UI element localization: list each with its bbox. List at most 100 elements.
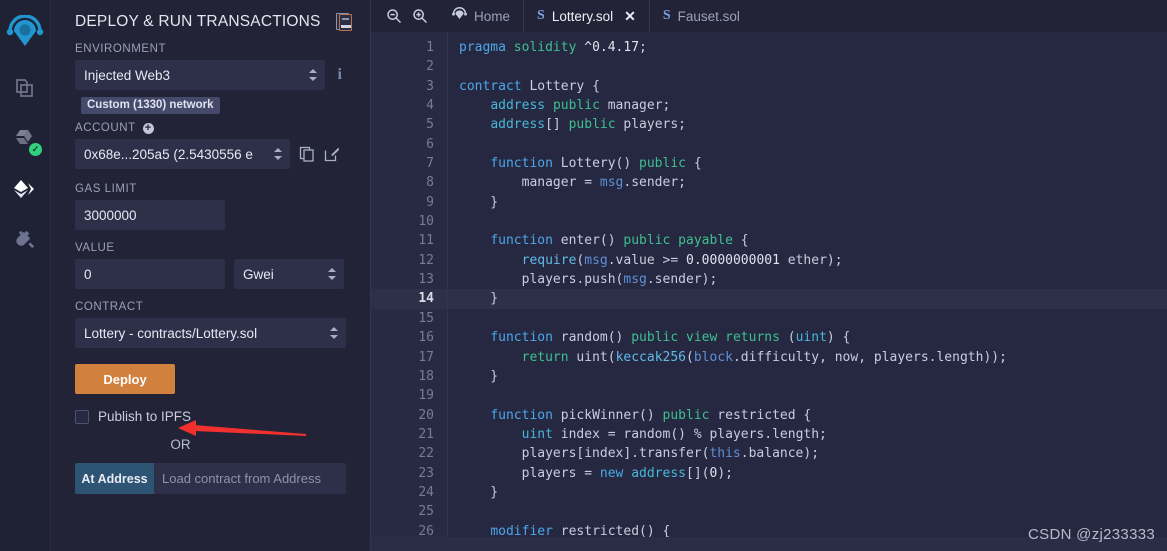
- code-line[interactable]: [448, 386, 1167, 405]
- deploy-run-transactions-icon[interactable]: [3, 164, 47, 214]
- remix-logo-icon[interactable]: [3, 6, 47, 64]
- tab-lottery-sol-label: Lottery.sol: [551, 8, 614, 24]
- account-row: 0x68e...205a5 (2.5430556 e: [75, 139, 346, 169]
- line-number: 16: [418, 330, 434, 346]
- value-unit-select[interactable]: Gwei: [234, 259, 344, 289]
- panel-header: DEPLOY & RUN TRANSACTIONS: [51, 0, 370, 43]
- tab-fauset-sol[interactable]: S Fauset.sol: [648, 0, 753, 32]
- code-line[interactable]: }: [448, 193, 1167, 212]
- code-line[interactable]: }: [448, 289, 1167, 309]
- remix-ide-window: ✓ DEPLOY & RUN TRANSACTIONS ENVIRONMENT …: [0, 0, 1167, 551]
- remix-logo-icon: [452, 7, 467, 25]
- code-line[interactable]: require(msg.value >= 0.0000000001 ether)…: [448, 251, 1167, 270]
- code-line[interactable]: }: [448, 367, 1167, 386]
- file-explorers-icon[interactable]: [3, 64, 47, 114]
- line-number: 15: [418, 310, 434, 326]
- environment-info-icon[interactable]: i: [334, 66, 346, 84]
- line-number-gutter: 1 2 3 4 5 6 7 8 9 10 11 12 13 14 15 16 17 18 19 20 21 22 23 24 2…: [371, 32, 447, 551]
- watermark: CSDN @zj233333: [1028, 526, 1155, 543]
- edit-icon[interactable]: [324, 146, 340, 162]
- contract-label: CONTRACT: [75, 301, 144, 313]
- code-line[interactable]: address public manager;: [448, 96, 1167, 115]
- icon-rail: ✓: [0, 0, 51, 551]
- zoom-in-icon[interactable]: [407, 1, 433, 31]
- code-line[interactable]: players.push(msg.sender);: [448, 270, 1167, 289]
- publish-ipfs-row[interactable]: Publish to IPFS: [75, 409, 346, 424]
- solidity-compiler-icon[interactable]: ✓: [3, 114, 47, 164]
- code-line[interactable]: pragma solidity ^0.4.17;: [448, 38, 1167, 57]
- value-label: VALUE: [75, 242, 115, 254]
- line-number: 17: [418, 349, 434, 365]
- at-address-button[interactable]: At Address: [75, 463, 154, 494]
- code-line[interactable]: [448, 212, 1167, 231]
- page-title: DEPLOY & RUN TRANSACTIONS: [75, 13, 321, 30]
- chevron-updown-icon: [328, 267, 337, 281]
- at-address-row: At Address: [75, 463, 346, 494]
- code-line[interactable]: function random() public view returns (u…: [448, 328, 1167, 347]
- line-number: 14: [371, 289, 447, 309]
- code-line[interactable]: [448, 135, 1167, 154]
- account-label-text: ACCOUNT: [75, 122, 136, 134]
- code-line[interactable]: uint index = random() % players.length;: [448, 425, 1167, 444]
- tab-fauset-sol-label: Fauset.sol: [677, 8, 740, 24]
- code-line[interactable]: [448, 57, 1167, 76]
- compiler-success-badge: ✓: [29, 143, 42, 156]
- account-value: 0x68e...205a5 (2.5430556 e: [84, 146, 253, 162]
- deploy-button[interactable]: Deploy: [75, 364, 175, 394]
- line-number: 19: [418, 388, 434, 404]
- code-line[interactable]: players = new address[](0);: [448, 464, 1167, 483]
- code-content[interactable]: pragma solidity ^0.4.17; contract Lotter…: [447, 32, 1167, 551]
- add-account-icon[interactable]: +: [142, 122, 154, 134]
- line-number: 7: [426, 156, 434, 172]
- documentation-book-icon[interactable]: [336, 13, 352, 31]
- gas-limit-input[interactable]: 3000000: [75, 200, 225, 230]
- line-number: 25: [418, 504, 434, 520]
- code-editor[interactable]: 1 2 3 4 5 6 7 8 9 10 11 12 13 14 15 16 17 18 19 20 21 22 23 24 2…: [371, 32, 1167, 551]
- code-line[interactable]: function pickWinner() public restricted …: [448, 406, 1167, 425]
- or-divider-label: OR: [170, 437, 191, 452]
- line-number: 24: [418, 484, 434, 500]
- code-line[interactable]: function enter() public payable {: [448, 231, 1167, 250]
- panel-body: ENVIRONMENT Injected Web3 i Custom (1330…: [51, 43, 370, 494]
- deploy-run-panel: DEPLOY & RUN TRANSACTIONS ENVIRONMENT In…: [51, 0, 371, 551]
- contract-select[interactable]: Lottery - contracts/Lottery.sol: [75, 318, 346, 348]
- zoom-out-icon[interactable]: [381, 1, 407, 31]
- solidity-icon: S: [537, 8, 545, 23]
- line-number: 9: [426, 194, 434, 210]
- line-number: 18: [418, 368, 434, 384]
- code-line[interactable]: contract Lottery {: [448, 77, 1167, 96]
- code-line[interactable]: return uint(keccak256(block.difficulty, …: [448, 348, 1167, 367]
- environment-select[interactable]: Injected Web3: [75, 60, 325, 90]
- account-select[interactable]: 0x68e...205a5 (2.5430556 e: [75, 139, 290, 169]
- code-line[interactable]: manager = msg.sender;: [448, 173, 1167, 192]
- tab-home[interactable]: Home: [439, 0, 523, 32]
- line-number: 22: [418, 446, 434, 462]
- code-line[interactable]: address[] public players;: [448, 115, 1167, 134]
- code-line[interactable]: }: [448, 483, 1167, 502]
- at-address-input[interactable]: [154, 463, 346, 494]
- code-line[interactable]: players[index].transfer(this.balance);: [448, 444, 1167, 463]
- plugin-manager-icon[interactable]: [3, 214, 47, 264]
- line-number: 5: [426, 117, 434, 133]
- line-number: 23: [418, 465, 434, 481]
- copy-icon[interactable]: [299, 146, 315, 162]
- line-number: 2: [426, 59, 434, 75]
- account-label: ACCOUNT +: [75, 122, 346, 134]
- close-icon[interactable]: ✕: [624, 8, 636, 25]
- line-number: 21: [418, 426, 434, 442]
- contract-value: Lottery - contracts/Lottery.sol: [84, 325, 258, 341]
- line-number: 12: [418, 252, 434, 268]
- environment-row: Injected Web3 i: [75, 60, 346, 90]
- editor-tabbar: Home S Lottery.sol ✕ S Fauset.sol: [371, 0, 1167, 32]
- code-line[interactable]: function Lottery() public {: [448, 154, 1167, 173]
- value-input[interactable]: 0: [75, 259, 225, 289]
- line-number: 1: [426, 40, 434, 55]
- value-row: 0 Gwei: [75, 259, 346, 289]
- line-number: 13: [418, 272, 434, 288]
- tab-lottery-sol[interactable]: S Lottery.sol ✕: [523, 0, 649, 32]
- code-line[interactable]: [448, 502, 1167, 521]
- publish-ipfs-checkbox[interactable]: [75, 409, 89, 424]
- chevron-updown-icon: [308, 68, 318, 82]
- code-line[interactable]: [448, 309, 1167, 328]
- chevron-updown-icon: [330, 326, 339, 340]
